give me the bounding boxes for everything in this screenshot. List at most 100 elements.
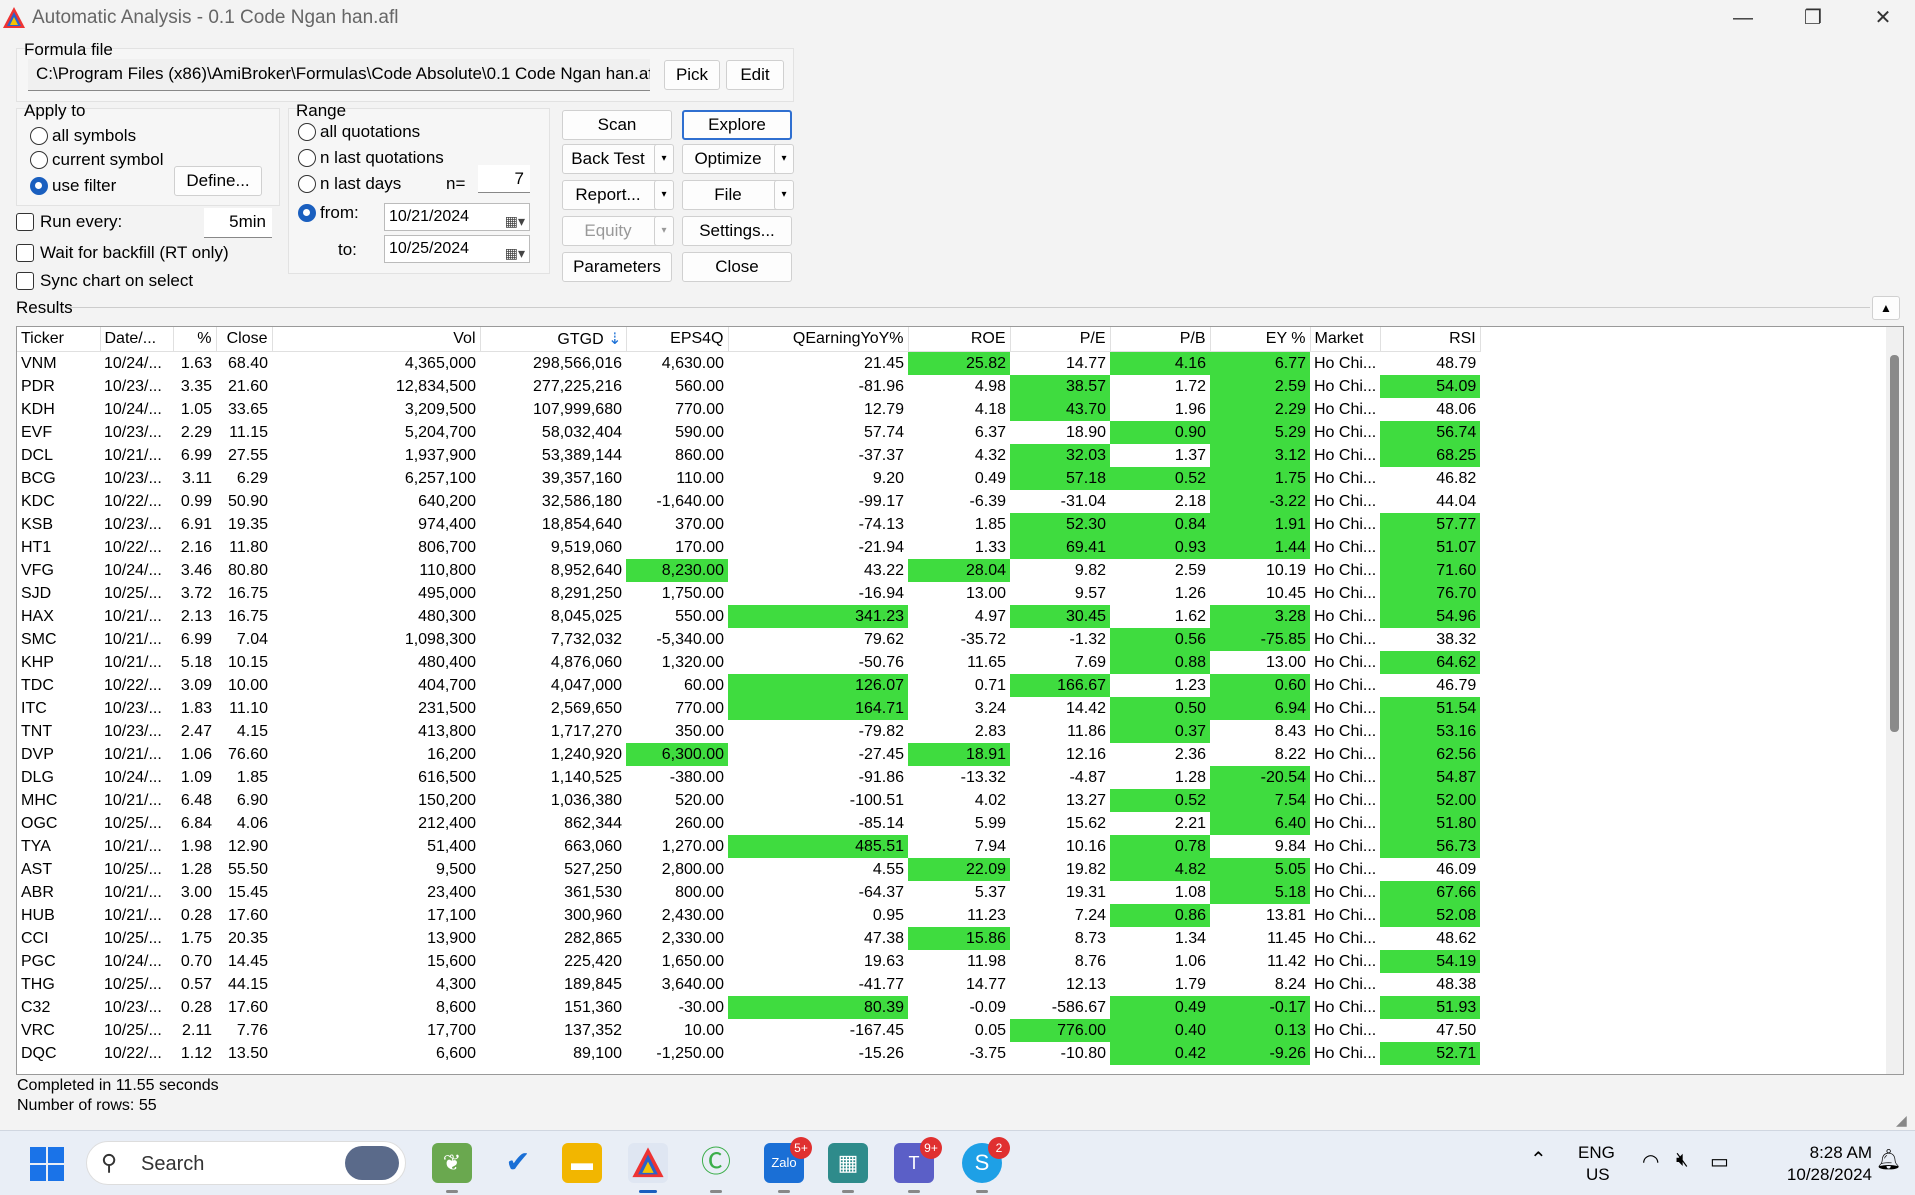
table-row[interactable]: THG 10/25/... 0.57 44.15 4,300 189,845 3,640.0… (17, 973, 1480, 996)
column-header[interactable]: P/B (1110, 327, 1211, 352)
explore-button[interactable]: Explore (682, 110, 792, 140)
column-header[interactable]: Close (216, 327, 273, 352)
from-date-radio[interactable] (298, 204, 316, 222)
todo-check-icon[interactable]: ✔ (498, 1143, 538, 1183)
notifications-bell-icon[interactable]: 🔔︎ (1876, 1147, 1901, 1172)
run-every-interval-field[interactable]: 5min (204, 208, 272, 238)
all-quotations-radio[interactable] (298, 123, 316, 141)
table-row[interactable]: EVF 10/23/... 2.29 11.15 5,204,700 58,032,404… (17, 421, 1481, 444)
table-row[interactable]: HUB 10/21/... 0.28 17.60 17,100 300,960 2,430.… (17, 904, 1481, 927)
table-row[interactable]: VFG 10/24/... 3.46 80.80 110,800 8,952,640 8,2… (17, 559, 1481, 582)
table-row[interactable]: BCG 10/23/... 3.11 6.29 6,257,100 39,357,160 1… (17, 467, 1480, 490)
results-vertical-scrollbar[interactable] (1886, 327, 1903, 1074)
table-row[interactable]: TNT 10/23/... 2.47 4.15 413,800 1,717,270 350.… (17, 720, 1481, 743)
windows-start-icon[interactable] (30, 1147, 64, 1181)
all-symbols-radio[interactable] (30, 127, 48, 145)
table-row[interactable]: OGC 10/25/... 6.84 4.06 212,400 862,344 260.00… (17, 812, 1481, 835)
wifi-icon[interactable]: ◠ (1642, 1149, 1659, 1174)
column-header[interactable]: Market (1310, 327, 1381, 352)
resize-grip-icon[interactable]: ◢ (1896, 1112, 1907, 1129)
language-indicator[interactable]: ENG (1578, 1143, 1615, 1163)
battery-icon[interactable]: ▭ (1710, 1149, 1729, 1174)
table-row[interactable]: DQC 10/22/... 1.12 13.50 6,600 89,100 -1,250.0… (17, 1042, 1481, 1065)
amibroker-taskbar-icon[interactable] (628, 1143, 668, 1193)
equity-dropdown-icon[interactable]: ▾ (654, 216, 674, 246)
column-header[interactable]: % (173, 327, 217, 352)
table-row[interactable]: KDC 10/22/... 0.99 50.90 640,200 32,586,180 -1… (17, 490, 1480, 513)
clock-time[interactable]: 8:28 AM (1772, 1143, 1872, 1163)
n-value-field[interactable]: 7 (478, 165, 530, 193)
collapse-results-icon[interactable]: ▲ (1872, 296, 1900, 320)
define-filter-button[interactable]: Define... (174, 166, 262, 196)
file-explorer-icon[interactable]: ▬ (562, 1143, 602, 1183)
column-header[interactable]: ROE (908, 327, 1011, 352)
table-row[interactable]: PGC 10/24/... 0.70 14.45 15,600 225,420 1,650.… (17, 950, 1481, 973)
column-header[interactable]: EPS4Q (626, 327, 729, 352)
column-header[interactable]: GTGD ⇣ (480, 327, 627, 352)
table-row[interactable]: TDC 10/22/... 3.09 10.00 404,700 4,047,000 60.… (17, 674, 1480, 697)
table-row[interactable]: SJD 10/25/... 3.72 16.75 495,000 8,291,250 1,7… (17, 582, 1481, 605)
table-row[interactable]: KHP 10/21/... 5.18 10.15 480,400 4,876,060 1,3… (17, 651, 1481, 674)
zalo-icon[interactable]: Zalo 5+ (764, 1137, 812, 1193)
table-row[interactable]: HAX 10/21/... 2.13 16.75 480,300 8,045,025 550… (17, 605, 1481, 628)
calendar-dropdown-icon[interactable]: ▦▾ (505, 240, 525, 266)
close-window-button[interactable]: ✕ (1860, 4, 1906, 32)
table-row[interactable]: VNM 10/24/... 1.63 68.40 4,365,000 298,566,01… (17, 351, 1480, 375)
formula-path-field[interactable]: C:\Program Files (x86)\AmiBroker\Formula… (28, 59, 650, 91)
sync-chart-checkbox[interactable] (16, 272, 34, 290)
edit-button[interactable]: Edit (726, 60, 784, 90)
column-header[interactable]: EY % (1210, 327, 1311, 352)
speaker-muted-icon[interactable]: 🔇︎ (1676, 1149, 1689, 1172)
show-hidden-icons-chevron-icon[interactable]: ⌃ (1530, 1147, 1547, 1172)
current-symbol-radio[interactable] (30, 151, 48, 169)
pick-button[interactable]: Pick (664, 60, 720, 90)
to-date-picker[interactable]: 10/25/2024 ▦▾ (384, 235, 530, 263)
scrollbar-thumb[interactable] (1890, 355, 1899, 732)
scan-button[interactable]: Scan (562, 110, 672, 140)
minimize-button[interactable]: — (1720, 4, 1766, 32)
n-last-quotations-radio[interactable] (298, 149, 316, 167)
parameters-button[interactable]: Parameters (562, 252, 672, 282)
teams-icon[interactable]: T 9+ (894, 1137, 942, 1193)
from-date-picker[interactable]: 10/21/2024 ▦▾ (384, 203, 530, 231)
column-header[interactable]: Date/... (100, 327, 174, 352)
table-row[interactable]: C32 10/23/... 0.28 17.60 8,600 151,360 -30.00 8… (17, 996, 1481, 1019)
n-last-days-radio[interactable] (298, 175, 316, 193)
taskbar-search[interactable]: ⚲ Search (86, 1141, 406, 1185)
keyboard-layout-indicator[interactable]: US (1586, 1165, 1610, 1185)
table-row[interactable]: AST 10/25/... 1.28 55.50 9,500 527,250 2,800.0… (17, 858, 1480, 881)
report-dropdown-icon[interactable]: ▾ (654, 180, 674, 210)
table-row[interactable]: PDR 10/23/... 3.35 21.60 12,834,500 277,225,2… (17, 375, 1481, 398)
calendar-dropdown-icon[interactable]: ▦▾ (505, 208, 525, 234)
table-row[interactable]: TYA 10/21/... 1.98 12.90 51,400 663,060 1,270.… (17, 835, 1481, 858)
clock-date[interactable]: 10/28/2024 (1756, 1165, 1872, 1185)
column-header[interactable]: RSI (1380, 327, 1481, 352)
table-row[interactable]: VRC 10/25/... 2.11 7.76 17,700 137,352 10.00 -1… (17, 1019, 1480, 1042)
wait-backfill-checkbox[interactable] (16, 244, 34, 262)
run-every-checkbox[interactable] (16, 213, 34, 231)
file-dropdown-icon[interactable]: ▾ (774, 180, 794, 210)
table-row[interactable]: DVP 10/21/... 1.06 76.60 16,200 1,240,920 6,30… (17, 743, 1481, 766)
close-button[interactable]: Close (682, 252, 792, 282)
table-row[interactable]: SMC 10/21/... 6.99 7.04 1,098,300 7,732,032 -5… (17, 628, 1480, 651)
results-grid[interactable]: Ticker Date/...% Close Vol GTGD ⇣ EPS4Q QEarni… (16, 326, 1904, 1075)
column-header[interactable]: Vol (272, 327, 481, 352)
table-row[interactable]: CCI 10/25/... 1.75 20.35 13,900 282,865 2,330.… (17, 927, 1480, 950)
use-filter-radio[interactable] (30, 177, 48, 195)
optimize-dropdown-icon[interactable]: ▾ (774, 144, 794, 174)
app-green-c-icon[interactable]: Ⓒ (696, 1143, 736, 1193)
table-row[interactable]: KSB 10/23/... 6.91 19.35 974,400 18,854,640 37… (17, 513, 1481, 536)
restore-button[interactable]: ❐ (1790, 4, 1836, 32)
table-row[interactable]: ABR 10/21/... 3.00 15.45 23,400 361,530 800.00… (17, 881, 1481, 904)
skype-icon[interactable]: S2 (962, 1137, 1010, 1193)
table-row[interactable]: KDH 10/24/... 1.05 33.65 3,209,500 107,999,68… (17, 398, 1480, 421)
table-row[interactable]: ITC 10/23/... 1.83 11.10 231,500 2,569,650 770… (17, 697, 1481, 720)
column-header[interactable]: P/E (1010, 327, 1111, 352)
table-row[interactable]: HT1 10/22/... 2.16 11.80 806,700 9,519,060 170… (17, 536, 1481, 559)
column-header[interactable]: Ticker (17, 327, 101, 352)
app-green-leaf-icon[interactable]: ❦ (432, 1143, 472, 1193)
settings-button[interactable]: Settings... (682, 216, 792, 246)
table-row[interactable]: MHC 10/21/... 6.48 6.90 150,200 1,036,380 520.… (17, 789, 1481, 812)
table-row[interactable]: DCL 10/21/... 6.99 27.55 1,937,900 53,389,144… (17, 444, 1481, 467)
table-row[interactable]: DLG 10/24/... 1.09 1.85 616,500 1,140,525 -380… (17, 766, 1481, 789)
